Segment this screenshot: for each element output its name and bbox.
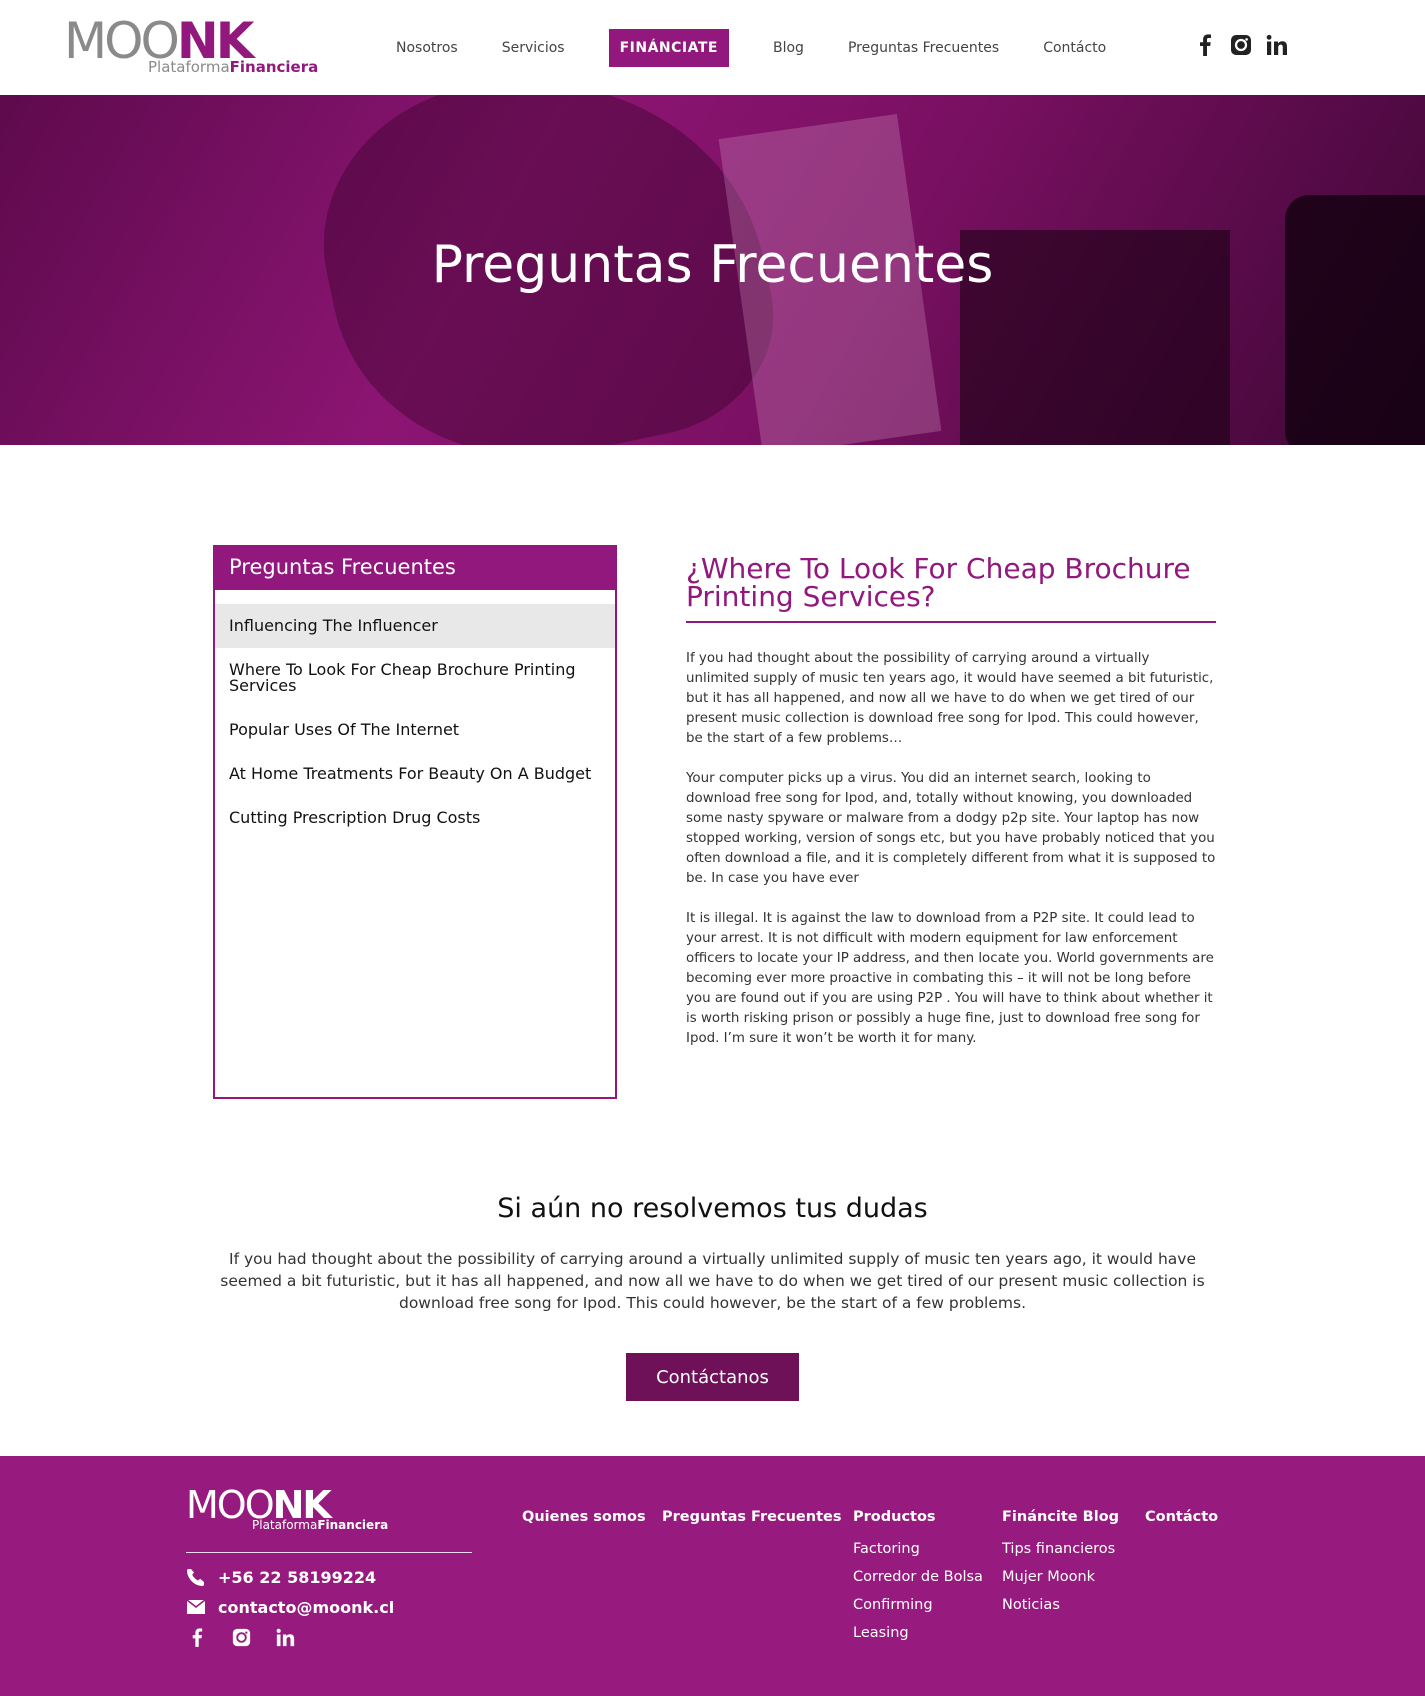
footer-link-productos[interactable]: Productos (853, 1509, 983, 1525)
footer-col-contacto: Contácto (1145, 1509, 1218, 1535)
instagram-icon[interactable] (1229, 33, 1253, 57)
footer-col-blog: Fináncite Blog Tips financieros Mujer Mo… (1002, 1509, 1119, 1619)
footer-link-confirming[interactable]: Confirming (853, 1591, 983, 1619)
footer-col-preguntas: Preguntas Frecuentes (662, 1509, 841, 1535)
site-header: MOONK PlataformaFinanciera Nosotros Serv… (0, 0, 1425, 95)
doubts-text: If you had thought about the possibility… (220, 1250, 1205, 1312)
header-social-links (1193, 33, 1289, 57)
nav-contacto[interactable]: Contácto (1043, 40, 1106, 56)
hero-phone-shape (1285, 195, 1425, 445)
phone-icon (186, 1567, 206, 1587)
footer-phone[interactable]: +56 22 58199224 (186, 1567, 376, 1587)
faq-list: Influencing The Influencer Where To Look… (215, 590, 615, 840)
footer-phone-text: +56 22 58199224 (218, 1567, 377, 1587)
footer-link-factoring[interactable]: Factoring (853, 1535, 983, 1563)
facebook-icon[interactable] (186, 1626, 208, 1648)
article-paragraph: Your computer picks up a virus. You did … (686, 771, 1216, 886)
logo-tagline-bold: Financiera (229, 58, 319, 76)
logo-tagline: PlataformaFinanciera (148, 58, 318, 76)
footer-logo-tagline-light: Plataforma (252, 1518, 318, 1532)
faq-item-brochure-printing[interactable]: Where To Look For Cheap Brochure Printin… (215, 648, 615, 708)
footer-divider (186, 1552, 472, 1553)
nav-financiate-button[interactable]: FINÁNCIATE (608, 29, 729, 67)
doubts-title: Si aún no resolvemos tus dudas (497, 1193, 928, 1224)
main-nav: Nosotros Servicios FINÁNCIATE Blog Pregu… (396, 28, 1150, 68)
faq-sidebar: Preguntas Frecuentes Influencing The Inf… (213, 545, 617, 1099)
article-paragraph: It is illegal. It is against the law to … (686, 911, 1214, 1046)
footer-link-mujer[interactable]: Mujer Moonk (1002, 1563, 1119, 1591)
faq-item-influencing[interactable]: Influencing The Influencer (215, 604, 615, 648)
footer-link-tips[interactable]: Tips financieros (1002, 1535, 1119, 1563)
footer-link-leasing[interactable]: Leasing (853, 1619, 983, 1647)
nav-servicios[interactable]: Servicios (502, 40, 565, 56)
footer-email[interactable]: contacto@moonk.cl (186, 1597, 394, 1617)
footer-link-corredor[interactable]: Corredor de Bolsa (853, 1563, 983, 1591)
faq-item-beauty-budget[interactable]: At Home Treatments For Beauty On A Budge… (215, 752, 615, 796)
footer-logo[interactable]: MOONK PlataformaFinanciera (186, 1486, 388, 1536)
doubts-section: Si aún no resolvemos tus dudas If you ha… (0, 1193, 1425, 1314)
faq-item-drug-costs[interactable]: Cutting Prescription Drug Costs (215, 796, 615, 840)
footer-col-productos: Productos Factoring Corredor de Bolsa Co… (853, 1509, 983, 1647)
footer-link-preguntas[interactable]: Preguntas Frecuentes (662, 1509, 841, 1525)
facebook-icon[interactable] (1193, 33, 1217, 57)
footer-logo-tagline-bold: Financiera (317, 1518, 389, 1532)
site-footer: MOONK PlataformaFinanciera +56 22 581992… (0, 1456, 1425, 1696)
faq-sidebar-title: Preguntas Frecuentes (215, 547, 615, 590)
faq-item-internet-uses[interactable]: Popular Uses Of The Internet (215, 708, 615, 752)
footer-link-noticias[interactable]: Noticias (1002, 1591, 1119, 1619)
nav-preguntas-frecuentes[interactable]: Preguntas Frecuentes (848, 40, 999, 56)
contact-us-button[interactable]: Contáctanos (626, 1353, 799, 1401)
footer-social-links (186, 1626, 296, 1648)
logo-tagline-light: Plataforma (148, 58, 230, 76)
instagram-icon[interactable] (230, 1626, 252, 1648)
site-logo[interactable]: MOONK PlataformaFinanciera (64, 16, 324, 78)
linkedin-icon[interactable] (274, 1626, 296, 1648)
footer-link-contacto[interactable]: Contácto (1145, 1509, 1218, 1525)
footer-link-blog[interactable]: Fináncite Blog (1002, 1509, 1119, 1525)
hero-title: Preguntas Frecuentes (431, 235, 994, 295)
nav-nosotros[interactable]: Nosotros (396, 40, 458, 56)
mail-icon (186, 1597, 206, 1617)
nav-blog[interactable]: Blog (773, 40, 804, 56)
article-title: ¿Where To Look For Cheap Brochure Printi… (686, 555, 1216, 623)
footer-email-text: contacto@moonk.cl (218, 1597, 395, 1617)
article-paragraph: If you had thought about the possibility… (686, 651, 1214, 746)
linkedin-icon[interactable] (1265, 33, 1289, 57)
hero-banner: Preguntas Frecuentes (0, 95, 1425, 445)
footer-link-quienes-somos[interactable]: Quienes somos (522, 1509, 646, 1525)
faq-article: ¿Where To Look For Cheap Brochure Printi… (686, 555, 1216, 1049)
footer-col-quienes: Quienes somos (522, 1509, 646, 1535)
footer-logo-tagline: PlataformaFinanciera (252, 1518, 388, 1532)
